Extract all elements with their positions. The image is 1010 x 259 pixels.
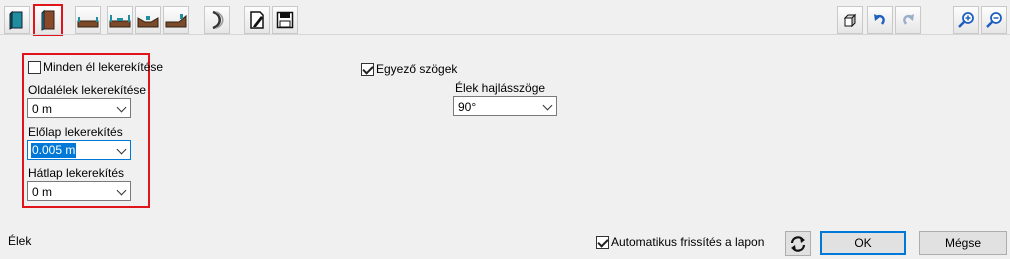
curve-button[interactable] — [204, 6, 230, 34]
cancel-button[interactable]: Mégse — [919, 231, 1007, 255]
edge-flat-button[interactable] — [75, 6, 101, 34]
side-edges-value: 0 m — [32, 102, 53, 116]
curve-icon — [212, 10, 224, 30]
front-face-label: Előlap lekerekítés — [28, 125, 123, 139]
book-edge-selected-button[interactable] — [33, 4, 63, 36]
edge-angle-label: Élek hajlásszöge — [455, 81, 546, 95]
toolbar-divider — [0, 34, 1010, 35]
redo-icon — [903, 14, 914, 25]
edge-bevel-button[interactable] — [163, 6, 189, 34]
book-color-icon — [9, 10, 23, 30]
edge-rabbet-icon — [137, 16, 159, 28]
edge-groove-button[interactable] — [107, 6, 133, 34]
back-face-select[interactable]: 0 m — [27, 181, 131, 201]
edge-rabbet-button[interactable] — [135, 6, 161, 34]
chevron-down-icon — [116, 185, 127, 196]
3d-box-button[interactable] — [837, 6, 863, 34]
front-face-value: 0.005 m — [31, 143, 77, 158]
save-icon — [276, 11, 294, 29]
refresh-button[interactable] — [785, 231, 811, 256]
3d-box-icon — [843, 13, 857, 28]
edge-bevel-icon — [165, 14, 187, 28]
zoom-out-icon — [986, 12, 1002, 28]
edge-angle-value: 90° — [458, 100, 477, 114]
front-face-select[interactable]: 0.005 m — [27, 140, 131, 160]
equal-angles-checkbox[interactable] — [361, 63, 374, 76]
redo-button[interactable] — [895, 6, 921, 34]
edit-document-button[interactable] — [244, 6, 270, 34]
edge-groove-icon — [109, 15, 131, 28]
round-all-edges-checkbox[interactable] — [28, 61, 41, 74]
zoom-in-button[interactable] — [953, 6, 979, 34]
chevron-down-icon — [116, 102, 127, 113]
undo-button[interactable] — [867, 6, 893, 34]
zoom-out-button[interactable] — [981, 6, 1007, 34]
section-label: Élek — [8, 234, 32, 248]
book-color-icon-button[interactable] — [4, 6, 30, 34]
zoom-in-icon — [958, 12, 974, 28]
auto-refresh-label: Automatikus frissítés a lapon — [611, 235, 765, 249]
side-edges-select[interactable]: 0 m — [27, 98, 131, 118]
chevron-down-icon — [542, 100, 553, 111]
chevron-down-icon — [116, 144, 127, 155]
back-face-value: 0 m — [32, 185, 53, 199]
undo-icon — [874, 14, 885, 25]
auto-refresh-checkbox[interactable] — [596, 236, 609, 249]
book-edge-selected-icon — [41, 9, 55, 31]
equal-angles-label: Egyező szögek — [376, 62, 458, 76]
edge-angle-select[interactable]: 90° — [453, 96, 557, 116]
ok-button[interactable]: OK — [820, 231, 906, 255]
round-all-edges-label: Minden él lekerekítése — [43, 60, 164, 74]
edit-document-icon — [250, 11, 264, 29]
refresh-icon — [790, 235, 806, 252]
back-face-label: Hátlap lekerekítés — [28, 166, 125, 180]
edge-flat-icon — [77, 17, 99, 28]
save-button[interactable] — [272, 6, 298, 34]
side-edges-label: Oldalélek lekerekítése — [28, 83, 147, 97]
